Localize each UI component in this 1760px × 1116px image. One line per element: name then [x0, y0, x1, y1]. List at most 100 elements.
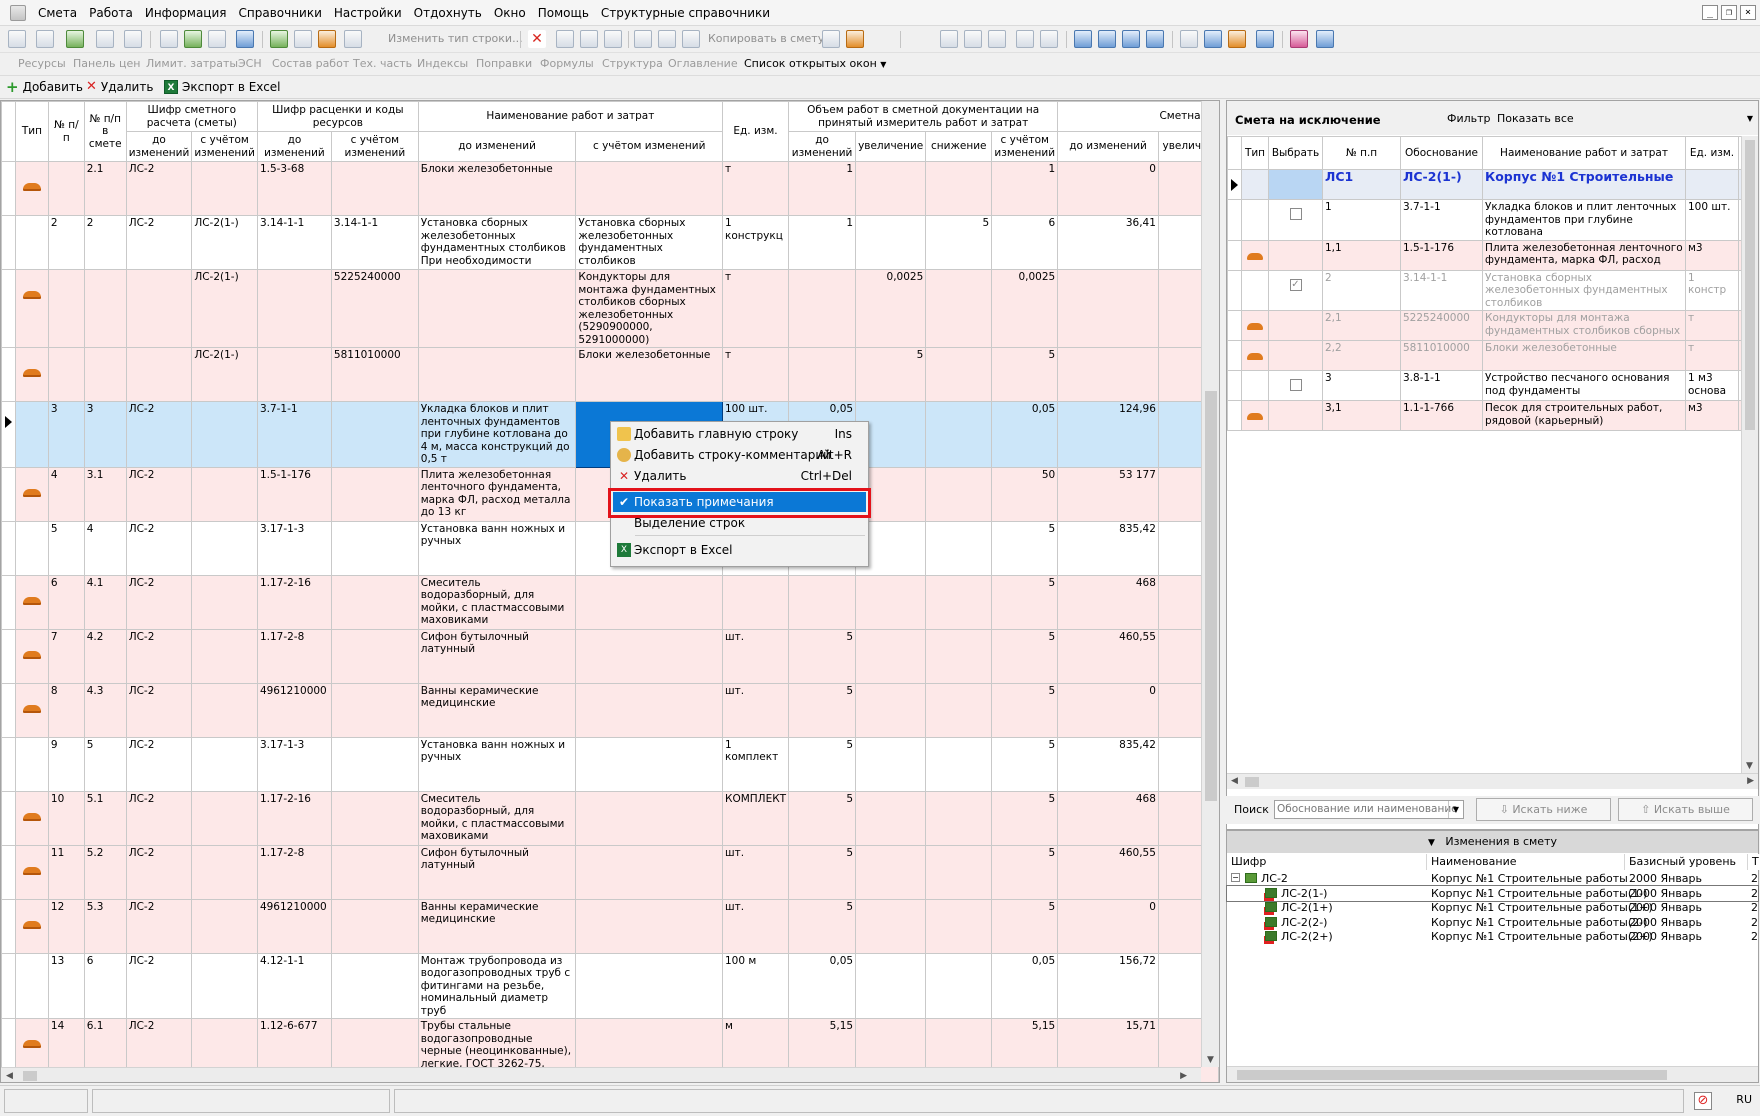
row-indicator[interactable]	[1227, 310, 1242, 341]
cell-volume-decrease[interactable]	[925, 682, 993, 738]
cell-npp-smeta[interactable]	[83, 269, 127, 348]
cell-npp-smeta[interactable]: 3.1	[83, 466, 127, 522]
cell-cost-before[interactable]: 835,42	[1057, 520, 1159, 576]
cell-volume-increase[interactable]	[855, 574, 927, 630]
filter-select[interactable]: Показать все ▼	[1495, 109, 1757, 128]
menu-strukturnye-spravochniki[interactable]: Структурные справочники	[595, 0, 776, 26]
row-indicator[interactable]	[1, 401, 16, 468]
cell-rate-before[interactable]: 3.7-1-1	[256, 401, 332, 468]
header-unit[interactable]: Ед. изм.	[721, 101, 790, 162]
table-row[interactable]: 6 4.1 ЛС-2 1.17-2-16 Смеситель водоразборный…	[1, 574, 1219, 630]
change-type-button[interactable]: Изменить тип строки...	[388, 32, 523, 45]
cell-name-after[interactable]	[575, 682, 723, 738]
cell-name-after[interactable]	[575, 628, 723, 684]
cell-name-after[interactable]	[575, 898, 723, 954]
cell-name-after[interactable]	[575, 574, 723, 630]
cell-volume-increase[interactable]	[855, 628, 927, 684]
cell-cipher-after[interactable]	[191, 682, 258, 738]
machine-icon[interactable]	[1204, 30, 1222, 48]
cell-type[interactable]	[14, 574, 49, 630]
recalc-icon[interactable]	[236, 30, 254, 48]
cell-rate-after[interactable]: 5225240000	[330, 269, 419, 348]
header-cipher-before[interactable]: до изменений	[125, 131, 193, 162]
menu-nastroyki[interactable]: Настройки	[328, 0, 408, 26]
cell-type[interactable]	[14, 161, 49, 216]
layers-icon[interactable]	[1316, 30, 1334, 48]
undo-icon[interactable]	[208, 30, 226, 48]
cell-name-before[interactable]	[417, 347, 577, 402]
cell-basis[interactable]: 1.1-1-766	[1400, 400, 1483, 431]
cell-unit[interactable]: шт.	[721, 898, 790, 954]
scroll-left-icon[interactable]: ◀	[1231, 776, 1238, 786]
cell-volume-increase[interactable]	[855, 682, 927, 738]
cell-volume-before[interactable]: 1	[788, 215, 857, 270]
cell-type[interactable]	[14, 682, 49, 738]
header-cost-before[interactable]: до изменений	[1057, 131, 1159, 162]
language-indicator[interactable]: RU	[1736, 1093, 1752, 1106]
scroll-thumb-h[interactable]	[1245, 777, 1259, 787]
cell-volume-decrease[interactable]	[925, 790, 993, 846]
cell-cost-before[interactable]: 835,42	[1057, 736, 1159, 792]
cell-name-before[interactable]: Установка ванн ножных и ручных	[417, 736, 577, 792]
row-indicator[interactable]	[1, 844, 16, 900]
cell-npp[interactable]: 1,1	[1322, 239, 1401, 271]
cell-volume-after[interactable]: 5	[991, 682, 1059, 738]
cell-npp[interactable]: 6	[47, 574, 85, 630]
cell-volume-increase[interactable]	[855, 898, 927, 954]
cell-volume-decrease[interactable]	[925, 898, 993, 954]
changes-tree-row[interactable]: − ЛС-2 Корпус №1 Строительные работы 2000 Я…	[1227, 871, 1758, 886]
calculator-icon[interactable]	[96, 30, 114, 48]
cell-name-after[interactable]: Блоки железобетонные	[575, 347, 723, 402]
row-indicator[interactable]	[1, 215, 16, 270]
cell-volume-decrease[interactable]	[925, 736, 993, 792]
transport-icon[interactable]	[1256, 30, 1274, 48]
changes-header-code[interactable]: Шифр	[1227, 854, 1427, 870]
cell-npp[interactable]: 3	[1322, 370, 1401, 401]
cell-name-before[interactable]: Установка ванн ножных и ручных	[417, 520, 577, 576]
copy-to-smeta-button[interactable]: Копировать в смету	[708, 32, 824, 45]
rheader-name[interactable]: Наименование работ и затрат	[1482, 136, 1686, 170]
header-rate[interactable]: Шифр расценки и коды ресурсов	[256, 101, 419, 132]
worker-icon[interactable]	[1180, 30, 1198, 48]
row-indicator[interactable]	[1227, 340, 1242, 371]
cell-volume-after[interactable]: 5	[991, 347, 1059, 402]
cell-rate-before[interactable]: 1.5-1-176	[256, 466, 332, 522]
header-volume-decrease[interactable]: снижение	[925, 131, 993, 162]
table-row[interactable]: 8 4.3 ЛС-2 4961210000 Ванны керамические мед…	[1, 682, 1219, 738]
cell-volume-decrease[interactable]: 5	[925, 215, 993, 270]
cell-rate-after[interactable]	[330, 520, 419, 576]
cell-npp[interactable]: 2,2	[1322, 340, 1401, 371]
header-volume-after[interactable]: с учётом изменений	[991, 131, 1059, 162]
row-indicator[interactable]	[1, 790, 16, 846]
cell-rate-before[interactable]: 1.17-2-16	[256, 574, 332, 630]
cell-volume-decrease[interactable]	[925, 401, 993, 468]
app-icon[interactable]	[10, 4, 26, 21]
outdent-icon[interactable]	[1122, 30, 1140, 48]
table-row[interactable]: 9 5 ЛС-2 3.17-1-3 Установка ванн ножных и ру…	[1, 736, 1219, 792]
cell-volume-increase[interactable]: 0,0025	[855, 269, 927, 348]
cell-rate-before[interactable]	[256, 347, 332, 402]
header-rate-before[interactable]: до изменений	[256, 131, 332, 162]
table-row[interactable]: ЛС-2(1-) 5811010000 Блоки железобетонные т 5…	[1, 347, 1219, 402]
changes-tree-row[interactable]: ЛС-2(1-) Корпус №1 Строительные работы(1-…	[1226, 884, 1759, 902]
copy-smeta-icon[interactable]	[822, 30, 840, 48]
scroll-down-icon[interactable]: ▼	[1207, 1055, 1214, 1065]
row-insert-icon[interactable]	[580, 30, 598, 48]
export-excel-button[interactable]: X Экспорт в Excel	[164, 80, 281, 94]
cell-volume-before[interactable]: 1	[788, 161, 857, 216]
row-down-icon[interactable]	[604, 30, 622, 48]
row-indicator[interactable]	[1, 161, 16, 216]
excel-icon[interactable]	[66, 30, 84, 48]
cell-cost-before[interactable]: 0	[1057, 161, 1159, 216]
cell-volume-increase[interactable]: 5	[855, 347, 927, 402]
cell-volume-decrease[interactable]	[925, 347, 993, 402]
row-indicator[interactable]	[1227, 239, 1242, 271]
table-row[interactable]: 10 5.1 ЛС-2 1.17-2-16 Смеситель водоразборны…	[1, 790, 1219, 846]
exclusion-row[interactable]: 3,1 1.1-1-766 Песок для строительных работ…	[1227, 400, 1758, 431]
changes-tree-row[interactable]: ЛС-2(2+) Корпус №1 Строительные работы(2+…	[1227, 929, 1758, 944]
cell-type[interactable]	[14, 401, 49, 468]
choose-checkbox-checked[interactable]: ✓	[1289, 278, 1302, 291]
cell-rate-before[interactable]: 4961210000	[256, 898, 332, 954]
changes-caption[interactable]: ▼ Изменения в смету	[1227, 831, 1758, 853]
cell-type[interactable]	[14, 790, 49, 846]
